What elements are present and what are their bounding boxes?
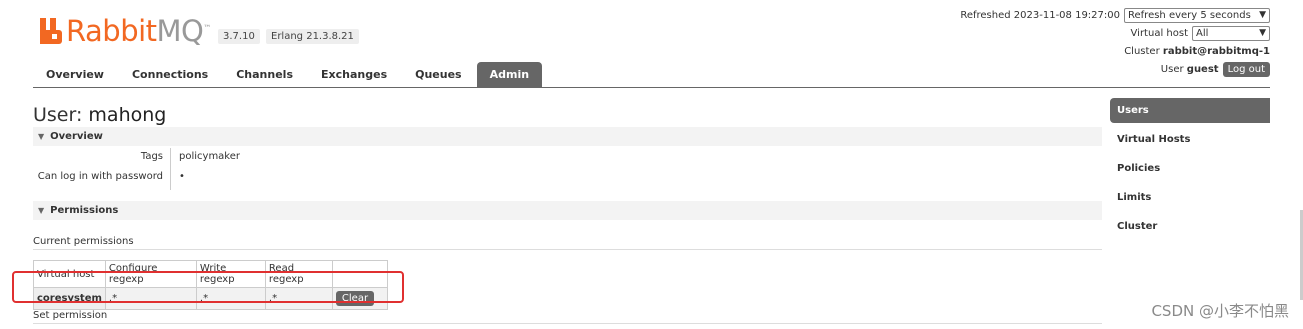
kv-divider (170, 148, 171, 190)
collapse-triangle-icon: ▼ (38, 206, 45, 215)
virtual-host-select[interactable]: All ▼ (1192, 25, 1270, 41)
collapse-triangle-icon: ▼ (38, 132, 45, 141)
rabbitmq-logo-icon (40, 18, 62, 44)
csdn-watermark: CSDN @小李不怕黑 (1151, 302, 1289, 320)
virtual-host-label: Virtual host (1130, 27, 1188, 39)
logo-trademark: ™ (203, 23, 211, 33)
erlang-version-badge: Erlang 21.3.8.21 (266, 29, 359, 44)
sidebar-item-policies[interactable]: Policies (1110, 156, 1270, 181)
tabs-divider (33, 87, 1270, 88)
sidebar-item-users[interactable]: Users (1110, 98, 1270, 123)
set-permission-heading: Set permission (33, 310, 108, 321)
sidebar-item-cluster[interactable]: Cluster (1110, 214, 1270, 239)
permissions-section-header[interactable]: ▼ Permissions (33, 201, 1102, 220)
main-nav-tabs: Overview Connections Channels Exchanges … (33, 62, 544, 88)
tab-admin[interactable]: Admin (476, 62, 543, 88)
highlight-annotation-box (12, 271, 404, 303)
tab-overview[interactable]: Overview (33, 62, 117, 88)
logo-text-rabbit: Rabbit (66, 14, 157, 48)
login-value: • (179, 171, 185, 182)
login-label: Can log in with password (37, 171, 163, 182)
overview-section-header[interactable]: ▼ Overview (33, 127, 1102, 146)
logo-text-mq: MQ (156, 14, 204, 48)
header-status: Refreshed 2023-11-08 19:27:00 Refresh ev… (960, 6, 1270, 78)
tags-value: policymaker (179, 151, 241, 162)
tags-label: Tags (140, 151, 163, 162)
current-permissions-heading: Current permissions (33, 236, 134, 247)
sidebar-item-limits[interactable]: Limits (1110, 185, 1270, 210)
tab-channels[interactable]: Channels (223, 62, 306, 88)
user-value: guest (1186, 63, 1219, 75)
tab-exchanges[interactable]: Exchanges (308, 62, 400, 88)
set-permission-rule (33, 323, 1102, 324)
sidebar-item-virtual-hosts[interactable]: Virtual Hosts (1110, 127, 1270, 152)
page-title: User: mahong (33, 104, 166, 126)
version-badge: 3.7.10 (218, 29, 260, 44)
refreshed-label: Refreshed 2023-11-08 19:27:00 (960, 9, 1120, 21)
current-permissions-rule (33, 249, 1102, 250)
tab-connections[interactable]: Connections (119, 62, 221, 88)
logout-button[interactable]: Log out (1222, 61, 1270, 77)
overview-section-title: Overview (50, 131, 103, 142)
rabbitmq-logo: RabbitMQ™ (40, 14, 211, 48)
admin-sidebar: Users Virtual Hosts Policies Limits Clus… (1110, 98, 1270, 243)
chevron-down-icon: ▼ (1259, 28, 1266, 38)
tab-queues[interactable]: Queues (402, 62, 474, 88)
cluster-label: Cluster (1124, 45, 1160, 57)
cluster-value: rabbit@rabbitmq-1 (1162, 45, 1270, 57)
refresh-interval-select[interactable]: Refresh every 5 seconds ▼ (1124, 7, 1270, 23)
page-title-username: mahong (88, 104, 167, 126)
chevron-down-icon: ▼ (1259, 10, 1266, 20)
user-label: User (1160, 63, 1184, 75)
permissions-section-title: Permissions (50, 205, 119, 216)
page-title-prefix: User: (33, 104, 83, 126)
